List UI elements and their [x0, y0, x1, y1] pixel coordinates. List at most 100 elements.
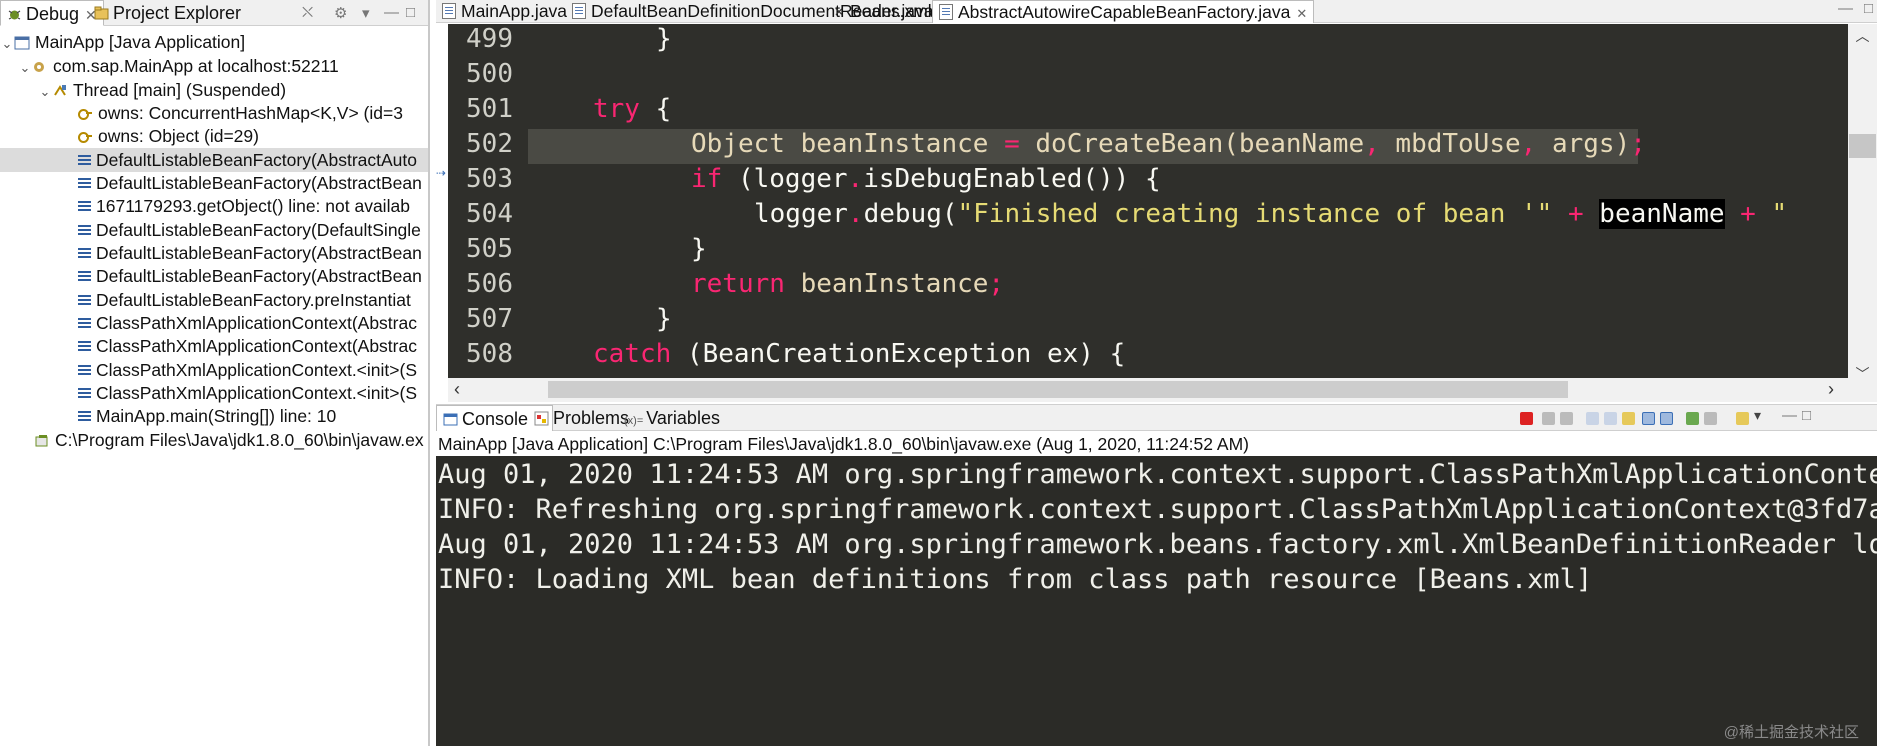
console-output[interactable]: Aug 01, 2020 11:24:53 AM org.springframe… [436, 456, 1877, 746]
tree-item-label: DefaultListableBeanFactory(AbstractBean [96, 243, 422, 263]
tree-item-monitor[interactable]: owns: ConcurrentHashMap<K,V> (id=3 [0, 101, 428, 125]
code-operator: , [1520, 129, 1537, 159]
tab-abstractautowirecapablebeanfactory-java[interactable]: AbstractAutowireCapableBeanFactory.java ✕ [932, 0, 1315, 23]
stack-frame-icon [78, 155, 91, 166]
project-explorer-icon [94, 2, 109, 20]
tree-item-stack-frame[interactable]: ClassPathXmlApplicationContext(Abstrac [0, 334, 428, 358]
debug-view: Debug ✕ Project Explorer ⛌ ⚙ ▾ — □ ⌄ MainA… [0, 0, 430, 746]
stack-frame-icon [78, 318, 91, 329]
tree-item-monitor[interactable]: owns: Object (id=29) [0, 124, 428, 148]
code-token: debug( [863, 199, 958, 229]
code-keyword: try [593, 94, 640, 124]
tab-mainapp-java[interactable]: MainApp.java [436, 0, 573, 23]
remove-all-terminated-icon[interactable] [1560, 412, 1573, 425]
open-console-icon[interactable] [1736, 412, 1749, 425]
chevron-down-icon[interactable]: ⌄ [0, 32, 14, 54]
minimize-icon[interactable]: — [1838, 0, 1853, 17]
tree-item-stack-frame[interactable]: ClassPathXmlApplicationContext.<init>(S [0, 358, 428, 382]
code-operator: + [1552, 199, 1600, 229]
current-instruction-pointer-icon: ⇢ [436, 166, 447, 180]
tree-item-stack-frame[interactable]: DefaultListableBeanFactory(AbstractBean [0, 171, 428, 195]
maximize-icon[interactable]: □ [406, 4, 415, 21]
tree-item-stack-frame[interactable]: DefaultListableBeanFactory.preInstantiat [0, 288, 428, 312]
code-operator: = [1004, 129, 1020, 159]
debug-view-tabbar: Debug ✕ Project Explorer ⛌ ⚙ ▾ — □ [0, 0, 428, 26]
line-number: 502 [466, 129, 513, 159]
tab-beans-xml[interactable]: ✕ Beans.xml [826, 0, 938, 23]
editor-horizontal-scrollbar[interactable]: ‹ › [448, 378, 1848, 402]
editor-annotation-ruler [436, 24, 448, 378]
display-selected-console-icon[interactable] [1704, 412, 1717, 425]
tree-item-stack-frame[interactable]: DefaultListableBeanFactory(DefaultSingle [0, 218, 428, 242]
tree-item-label: com.sap.MainApp at localhost:52211 [53, 56, 339, 76]
code-operator: , [1364, 129, 1380, 159]
tree-item-process[interactable]: C:\Program Files\Java\jdk1.8.0_60\bin\ja… [0, 428, 428, 452]
tree-item-stack-frame[interactable]: ClassPathXmlApplicationContext.<init>(S [0, 381, 428, 405]
tree-item-thread[interactable]: ⌄ Thread [main] (Suspended) [0, 78, 428, 102]
scroll-up-icon[interactable]: ︿ [1848, 26, 1877, 46]
minimize-icon[interactable]: — [384, 4, 399, 21]
minimize-icon[interactable]: — [1782, 407, 1797, 424]
stack-frame-icon [78, 411, 91, 422]
stack-frame-icon [78, 365, 91, 376]
scroll-lock-icon[interactable] [1604, 412, 1617, 425]
remove-launch-icon[interactable] [1542, 412, 1555, 425]
scrollbar-thumb[interactable] [548, 381, 1568, 398]
tree-item-label: DefaultListableBeanFactory(AbstractBean [96, 173, 422, 193]
console-tabbar: Console✕ Problems (x)=Variables ▾ — □ [436, 404, 1877, 431]
scroll-left-icon[interactable]: ‹ [454, 379, 460, 400]
tree-item-stack-frame-selected[interactable]: DefaultListableBeanFactory(AbstractAuto [0, 148, 428, 172]
step-icon[interactable]: ⚙ [334, 4, 347, 22]
code-token: beanInstance [784, 269, 989, 299]
line-number: 507 [466, 304, 513, 334]
line-number-gutter: 499 500 501 502 503 504 505 506 507 508 [448, 24, 528, 378]
code-editor[interactable]: 499 500 501 502 503 504 505 506 507 508 … [448, 24, 1848, 378]
tree-item-label: ClassPathXmlApplicationContext(Abstrac [96, 313, 417, 333]
tree-item-stack-frame[interactable]: 1671179293.getObject() line: not availab [0, 194, 428, 218]
process-icon [34, 430, 50, 447]
chevron-down-icon[interactable]: ⌄ [38, 80, 52, 102]
code-token: } [656, 24, 672, 54]
tree-item-launch[interactable]: ⌄ MainApp [Java Application] [0, 30, 428, 54]
tab-label: Beans.xml [850, 1, 932, 21]
maximize-icon[interactable]: □ [1864, 0, 1873, 17]
close-icon[interactable]: ✕ [1296, 6, 1307, 21]
chevron-down-icon[interactable]: ⌄ [18, 56, 32, 78]
code-operator: ; [988, 269, 1005, 299]
tree-item-label: ClassPathXmlApplicationContext(Abstrac [96, 336, 417, 356]
stack-frame-icon [78, 248, 91, 259]
code-line: } [691, 234, 707, 264]
tree-item-stack-frame[interactable]: MainApp.main(String[]) line: 10 [0, 404, 428, 428]
watermark: @稀土掘金技术社区 [1723, 724, 1859, 741]
tree-item-label: Thread [main] (Suspended) [73, 80, 287, 100]
tree-item-stack-frame[interactable]: DefaultListableBeanFactory(AbstractBean [0, 241, 428, 265]
target-icon [32, 56, 48, 72]
remove-terminated-icon[interactable]: ⛌ [302, 4, 313, 21]
terminate-icon[interactable] [1520, 412, 1533, 425]
pin-console-icon[interactable] [1686, 412, 1699, 425]
code-line: } [656, 304, 672, 334]
tree-item-stack-frame[interactable]: ClassPathXmlApplicationContext(Abstrac [0, 311, 428, 335]
show-on-stderr-icon[interactable] [1660, 412, 1673, 425]
view-menu-icon[interactable]: ▾ [1754, 407, 1761, 424]
clear-console-icon[interactable] [1586, 412, 1599, 425]
tree-item-target[interactable]: ⌄ com.sap.MainApp at localhost:52211 [0, 54, 428, 78]
tree-item-label: DefaultListableBeanFactory(AbstractBean [96, 266, 422, 286]
console-line: Aug 01, 2020 11:24:53 AM org.springframe… [438, 529, 1877, 560]
tab-project-explorer[interactable]: Project Explorer [88, 0, 247, 26]
tab-variables[interactable]: (x)= Variables [618, 405, 726, 431]
view-menu-icon[interactable]: ▾ [362, 4, 370, 22]
scroll-down-icon[interactable]: ﹀ [1848, 364, 1877, 384]
word-wrap-icon[interactable] [1622, 412, 1635, 425]
editor-vertical-scrollbar[interactable]: ︿ ﹀ [1848, 24, 1877, 402]
tree-item-label: DefaultListableBeanFactory.preInstantiat [96, 290, 411, 310]
code-token: args) [1536, 129, 1631, 159]
tree-item-label: ClassPathXmlApplicationContext.<init>(S [96, 360, 417, 380]
maximize-icon[interactable]: □ [1802, 407, 1811, 424]
tree-item-label: 1671179293.getObject() line: not availab [96, 196, 410, 216]
code-token: Object beanInstance [691, 129, 1005, 159]
scrollbar-thumb[interactable] [1849, 134, 1876, 158]
tree-item-stack-frame[interactable]: DefaultListableBeanFactory(AbstractBean [0, 264, 428, 288]
show-on-stdout-icon[interactable] [1642, 412, 1655, 425]
scroll-right-icon[interactable]: › [1828, 379, 1834, 400]
